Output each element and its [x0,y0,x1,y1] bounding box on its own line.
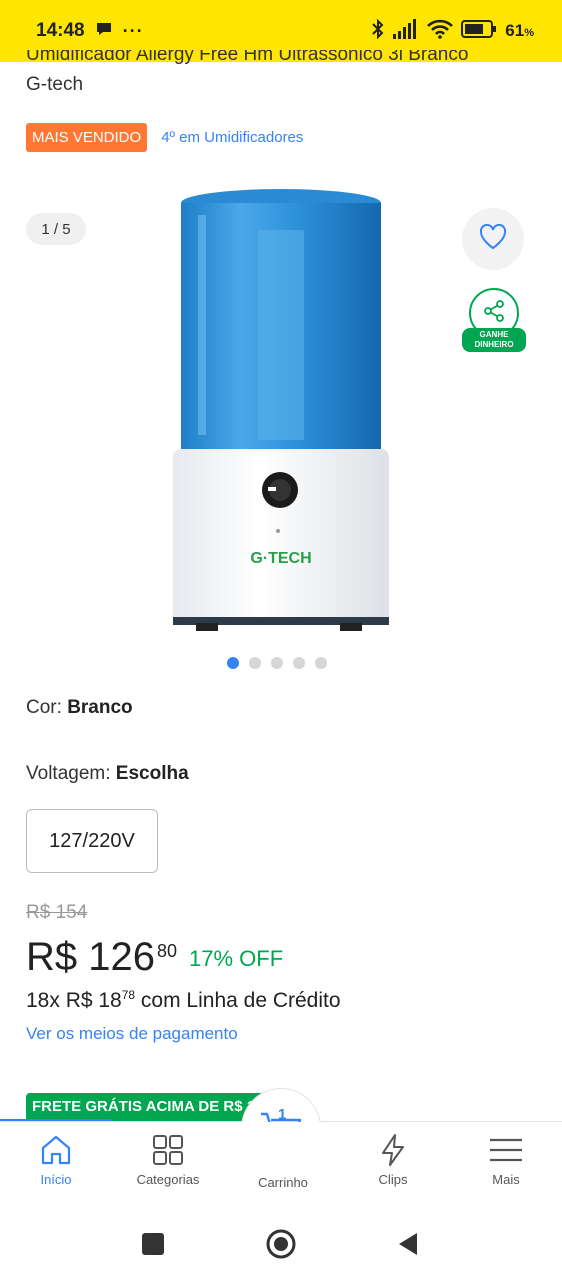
price-cents: 80 [156,941,178,961]
product-title-line2: G-tech [26,74,84,95]
category-ranking-link[interactable]: 4º em Umidificadores [161,129,303,146]
price-main: R$ 126 [26,935,155,979]
nav-home[interactable]: Início [0,1122,112,1202]
gallery-dot[interactable] [315,657,327,669]
nav-categories-label: Categorias [136,1172,200,1187]
nav-clips[interactable]: Clips [337,1122,449,1202]
home-system-icon[interactable] [265,1228,297,1265]
chat-notification-icon [95,21,113,42]
voltage-label: Voltagem: [26,763,111,784]
gallery-dot[interactable] [293,657,305,669]
home-icon [39,1132,73,1168]
badge-row: MAIS VENDIDO 4º em Umidificadores [26,123,303,152]
nav-more[interactable]: Mais [450,1122,562,1202]
grid-icon [152,1132,184,1168]
menu-icon [489,1132,523,1168]
wifi-icon [427,19,454,44]
gallery-dot[interactable] [227,657,239,669]
cart-bubble-mask [236,1122,326,1172]
product-title: Umidificador Allergy Free Hm Ultrassônic… [26,50,546,98]
installments-suffix: com Linha de Crédito [135,989,341,1012]
earn-money-label-line1: GANHE [479,330,509,339]
brand-logo-text: G·TECH [250,550,311,567]
earn-money-label[interactable]: GANHE DINHEIRO [462,328,526,352]
current-price: R$ 126 80 17% OFF [26,935,283,980]
free-shipping-banner[interactable]: FRETE GRÁTIS ACIMA DE R$ 19 [26,1093,266,1121]
signal-icon [393,18,419,44]
battery-icon [461,19,497,43]
system-navigation-bar [0,1201,562,1280]
recent-apps-icon[interactable] [142,1233,164,1255]
best-seller-badge: MAIS VENDIDO [26,123,148,152]
payment-methods-link[interactable]: Ver os meios de pagamento [26,1024,238,1044]
status-time: 14:48 [36,20,85,41]
image-counter: 1 / 5 [26,213,86,245]
color-attribute: Cor: Branco [26,697,133,719]
original-price: R$ 154 [26,902,88,923]
battery-level: 61% [505,21,534,40]
product-image[interactable]: G·TECH [168,185,394,633]
gallery-pagination [227,657,327,669]
nav-home-label: Início [40,1172,72,1187]
back-icon[interactable] [397,1232,419,1261]
nav-clips-label: Clips [378,1172,408,1187]
nav-more-label: Mais [492,1172,520,1187]
gallery-dot[interactable] [249,657,261,669]
installments-cents: 78 [121,988,136,1002]
installments-info: 18x R$ 1878 com Linha de Crédito [26,988,341,1013]
gallery-dot[interactable] [271,657,283,669]
color-value: Branco [67,697,133,718]
cart-count-badge: 1 [278,1106,287,1123]
heart-icon [479,223,507,255]
product-title-line1: Umidificador Allergy Free Hm Ultrassônic… [26,50,469,65]
voltage-option-button[interactable]: 127/220V [26,809,158,873]
earn-money-label-line2: DINHEIRO [474,340,514,349]
voltage-attribute: Voltagem: Escolha [26,763,189,785]
favorite-button[interactable] [462,208,524,270]
lightning-icon [379,1132,407,1168]
nav-cart-label: Carrinho [258,1175,308,1190]
voltage-value: Escolha [115,763,189,784]
discount-label: 17% OFF [189,946,284,971]
more-notifications-icon: ··· [122,20,144,41]
bluetooth-icon [371,18,385,45]
color-label: Cor: [26,697,62,718]
share-icon [482,299,506,328]
installments-prefix: 18x R$ 18 [26,989,122,1012]
nav-categories[interactable]: Categorias [112,1122,224,1202]
